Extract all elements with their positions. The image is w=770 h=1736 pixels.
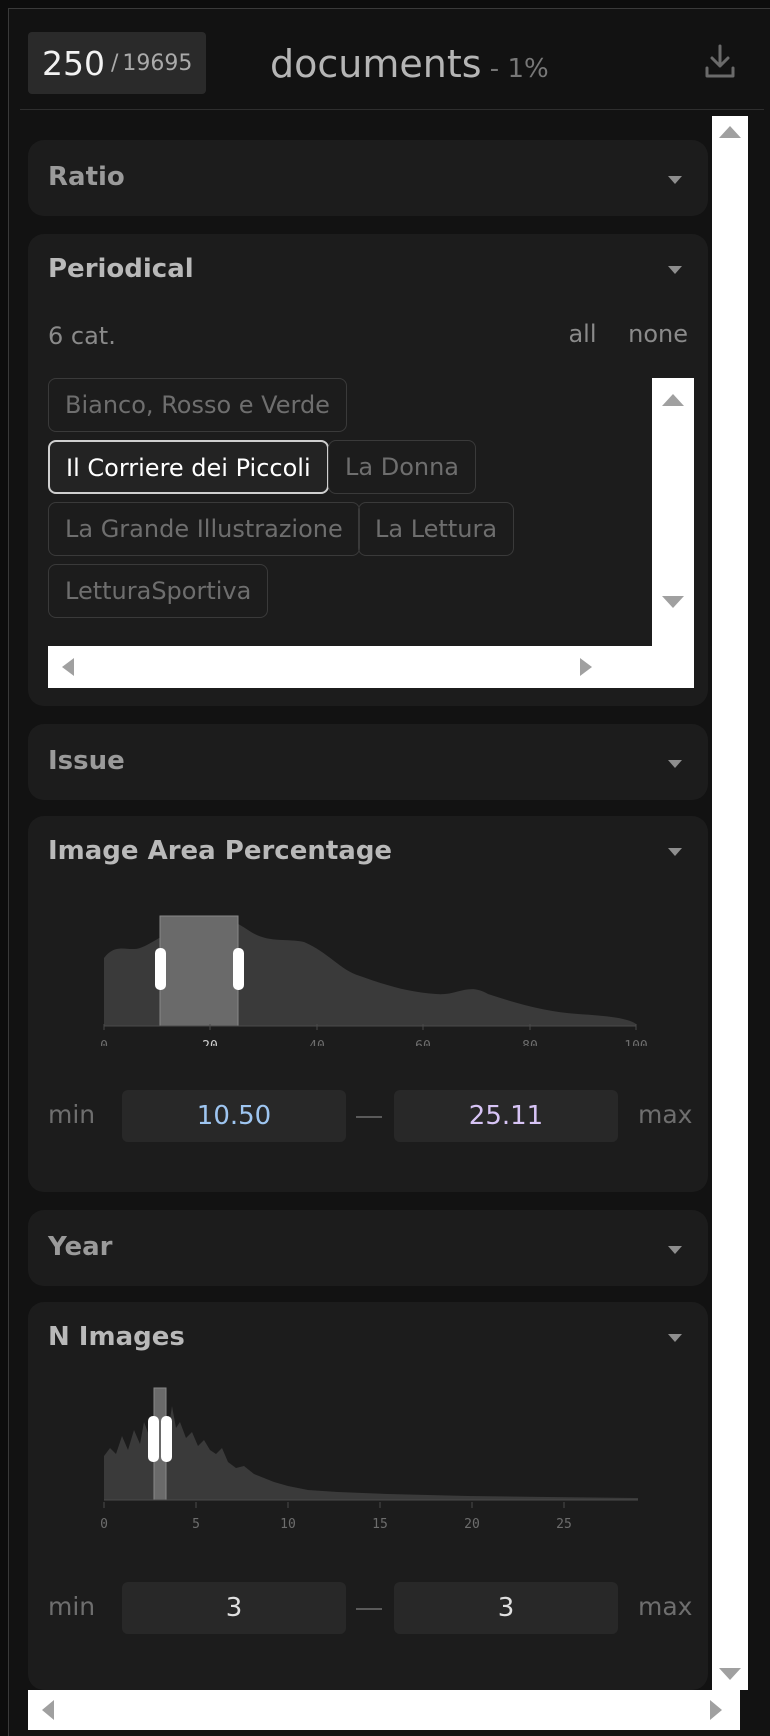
chip-la-grande-illustrazione[interactable]: La Grande Illustrazione [48, 502, 360, 556]
header: 250 / 19695 documents - 1% [20, 22, 764, 110]
category-chips-container: Bianco, Rosso e Verde Il Corriere dei Pi… [48, 378, 694, 688]
tick-label: 60 [415, 1039, 431, 1046]
ratio-panel[interactable]: Ratio [28, 140, 708, 216]
scroll-down-icon [719, 1668, 741, 1680]
chevron-down-icon[interactable] [668, 1246, 682, 1254]
filters-list: Ratio Periodical 6 cat. all none Bianco,… [20, 116, 712, 1690]
range-dash [356, 1608, 382, 1610]
documents-text: documents [270, 42, 482, 86]
tick-label: 0 [100, 1517, 108, 1532]
min-handle [155, 948, 166, 990]
tick-label: 25 [556, 1517, 572, 1532]
select-all-none: all none [544, 320, 688, 348]
scroll-left-icon [42, 1700, 54, 1720]
scroll-down-icon [662, 596, 684, 608]
image-area-histogram[interactable]: 0 20 40 60 80 100 [68, 896, 708, 1046]
chips-horizontal-scrollbar[interactable] [48, 646, 694, 688]
min-handle [148, 1416, 159, 1462]
max-input[interactable]: 3 [394, 1582, 618, 1634]
category-chips: Bianco, Rosso e Verde Il Corriere dei Pi… [48, 378, 652, 646]
max-handle [161, 1416, 172, 1462]
tick-label: 100 [624, 1039, 647, 1046]
chevron-down-icon[interactable] [668, 176, 682, 184]
n-images-histogram[interactable]: 0 5 10 15 20 25 [68, 1382, 708, 1532]
tick-label: 80 [522, 1039, 538, 1046]
chevron-down-icon[interactable] [668, 848, 682, 856]
scroll-right-icon [580, 658, 592, 676]
chevron-down-icon[interactable] [668, 266, 682, 274]
document-count-badge: 250 / 19695 [28, 32, 207, 94]
max-label: max [638, 1592, 693, 1621]
documents-label: documents - 1% [270, 42, 549, 86]
n-images-title[interactable]: N Images [48, 1322, 185, 1352]
chevron-down-icon[interactable] [668, 760, 682, 768]
tick-label: 5 [192, 1517, 200, 1532]
ratio-title: Ratio [48, 162, 125, 192]
periodical-title[interactable]: Periodical [48, 254, 194, 284]
category-count: 6 cat. [48, 322, 116, 350]
min-input[interactable]: 10.50 [122, 1090, 346, 1142]
chip-il-corriere-dei-piccoli[interactable]: Il Corriere dei Piccoli [48, 440, 329, 494]
max-label: max [638, 1100, 693, 1129]
horizontal-scrollbar[interactable] [28, 1690, 740, 1730]
range-dash [356, 1116, 382, 1118]
chip-la-lettura[interactable]: La Lettura [358, 502, 515, 556]
scroll-up-icon [719, 126, 741, 138]
max-handle [233, 948, 244, 990]
total-count: 19695 [122, 50, 193, 76]
scroll-up-icon [662, 394, 684, 406]
scroll-right-icon [710, 1700, 722, 1720]
year-title: Year [48, 1232, 113, 1262]
min-label: min [48, 1592, 96, 1621]
histogram-area [104, 1406, 638, 1500]
tick-label: 15 [372, 1517, 388, 1532]
download-icon[interactable] [702, 42, 738, 82]
image-area-title[interactable]: Image Area Percentage [48, 836, 392, 866]
issue-panel[interactable]: Issue [28, 724, 708, 800]
max-input[interactable]: 25.11 [394, 1090, 618, 1142]
select-all-link[interactable]: all [568, 320, 596, 348]
tick-label: 0 [100, 1039, 108, 1046]
year-panel[interactable]: Year [28, 1210, 708, 1286]
min-label: min [48, 1100, 96, 1129]
tick-label: 20 [464, 1517, 480, 1532]
issue-title: Issue [48, 746, 125, 776]
tick-label: 10 [280, 1517, 296, 1532]
tick-label: 20 [202, 1039, 218, 1046]
image-area-panel: Image Area Percentage 0 20 40 60 80 100 … [28, 816, 708, 1192]
min-input[interactable]: 3 [122, 1582, 346, 1634]
scroll-left-icon [62, 658, 74, 676]
selection-range [159, 915, 239, 1027]
selected-count: 250 [42, 43, 105, 83]
periodical-panel: Periodical 6 cat. all none Bianco, Rosso… [28, 234, 708, 706]
vertical-scrollbar[interactable] [712, 116, 748, 1690]
chevron-down-icon[interactable] [668, 1334, 682, 1342]
n-images-panel: N Images 0 5 10 15 20 25 min 3 3 max [28, 1302, 708, 1690]
count-separator: / [111, 50, 119, 76]
select-none-link[interactable]: none [628, 320, 688, 348]
chip-bianco-rosso-e-verde[interactable]: Bianco, Rosso e Verde [48, 378, 347, 432]
tick-label: 40 [309, 1039, 325, 1046]
chips-vertical-scrollbar[interactable] [652, 378, 694, 646]
chip-letturasportiva[interactable]: LetturaSportiva [48, 564, 269, 618]
chip-la-donna[interactable]: La Donna [328, 440, 476, 494]
percent-text: - 1% [481, 54, 549, 84]
